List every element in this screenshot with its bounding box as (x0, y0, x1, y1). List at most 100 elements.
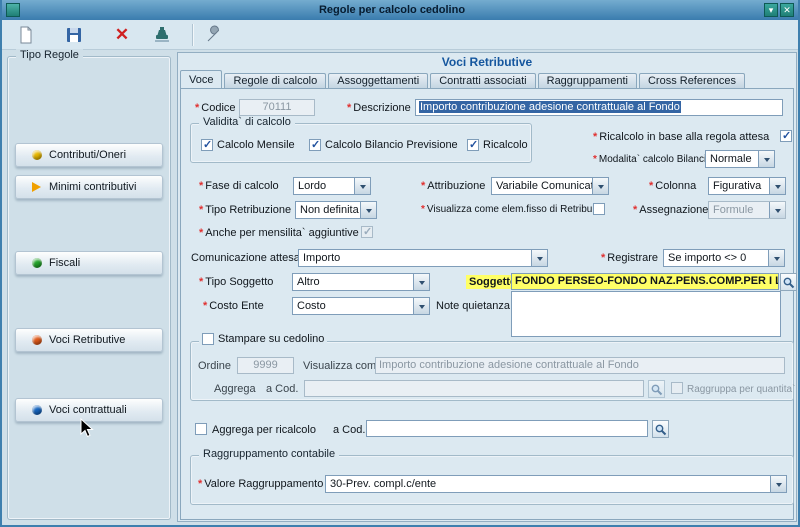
mensilita-checkbox (361, 226, 373, 238)
valore-raggruppamento-combo[interactable]: 30-Prev. compl.c/ente (325, 475, 787, 493)
tab-cross-references[interactable]: Cross References (639, 73, 745, 88)
restore-button[interactable]: ▾ (764, 3, 778, 17)
toolbar: ✕ (2, 20, 798, 50)
tab-raggruppamenti[interactable]: Raggruppamenti (538, 73, 637, 88)
stampare-wrap: Stampare su cedolino (199, 333, 327, 345)
descrizione-field[interactable]: Importo contribuzione adesione contrattu… (415, 99, 783, 116)
a-cod2-label: a Cod. (333, 424, 365, 436)
stampare-checkbox[interactable] (202, 333, 214, 345)
sidebar-item-voci-retributive[interactable]: Voci Retributive (15, 328, 163, 352)
stamp-icon (152, 25, 172, 45)
validita-group-title: Validita` di calcolo (199, 116, 295, 128)
tipo-retribuzione-label: Tipo Retribuzione (199, 204, 291, 216)
tab-contratti-associati[interactable]: Contratti associati (430, 73, 535, 88)
close-button[interactable]: ✕ (780, 3, 794, 17)
aggrega-search-button (648, 380, 665, 398)
green-ball-icon (32, 258, 42, 268)
stamp-button[interactable] (150, 23, 174, 47)
wrench-icon (204, 25, 224, 45)
visualizza-elem-label: Visualizza come elem.fisso di Retribu... (421, 204, 601, 215)
tab-regole-di-calcolo[interactable]: Regole di calcolo (224, 73, 326, 88)
sidebar-item-minimi-contributivi[interactable]: Minimi contributivi (15, 175, 163, 199)
colonna-combo[interactable]: Figurativa (708, 177, 786, 195)
page-title: Voci Retributive (178, 55, 796, 69)
visualizza-elem-checkbox[interactable] (593, 203, 605, 215)
selected-text: Importo contribuzione adesione contrattu… (419, 101, 681, 113)
tab-bar: Voce Regole di calcolo Assoggettamenti C… (180, 70, 747, 88)
raggruppamento-group: Raggruppamento contabile Valore Raggrupp… (190, 455, 794, 505)
comunicazione-combo[interactable]: Importo (298, 249, 548, 267)
delete-x-icon: ✕ (115, 25, 129, 44)
tipo-soggetto-value: Altro (297, 276, 320, 288)
assegnazione-value: Formule (713, 204, 753, 216)
note-quietanza-textarea[interactable] (511, 291, 781, 337)
tipo-regole-title: Tipo Regole (16, 49, 83, 61)
descrizione-label: Descrizione (347, 102, 411, 114)
tab-assoggettamenti[interactable]: Assoggettamenti (328, 73, 428, 88)
ricalcolo-label: Ricalcolo (483, 139, 528, 151)
sidebar-item-label: Fiscali (49, 257, 80, 269)
modalita-combo[interactable]: Normale (705, 150, 775, 168)
orange-triangle-icon (32, 182, 46, 192)
save-icon (64, 25, 84, 45)
codice-label: Codice (195, 102, 236, 114)
note-quietanza-label: Note quietanza (436, 300, 510, 312)
app-icon (6, 3, 20, 17)
visualizza-come-label: Visualizza come (303, 360, 382, 372)
ricalcolo-checkbox[interactable] (467, 139, 479, 151)
sidebar-item-voci-contrattuali[interactable]: Voci contrattuali (15, 398, 163, 422)
aggrega-label: Aggrega (214, 383, 256, 395)
tipo-retribuzione-value: Non definita (300, 204, 359, 216)
registrare-value: Se importo <> 0 (668, 252, 746, 264)
aggrega-ricalcolo-checkbox[interactable] (195, 423, 207, 435)
sidebar-item-label: Minimi contributivi (49, 181, 136, 193)
tipo-regole-panel: Tipo Regole Contributi/Oneri Minimi cont… (7, 56, 171, 520)
title-bar[interactable]: Regole per calcolo cedolino ▾ ✕ (2, 0, 798, 20)
registrare-combo[interactable]: Se importo <> 0 (663, 249, 785, 267)
main-panel: Voci Retributive Voce Regole di calcolo … (177, 52, 797, 522)
fase-label: Fase di calcolo (199, 180, 279, 192)
aggrega-ricalcolo-label: Aggrega per ricalcolo (212, 424, 316, 436)
settings-button[interactable] (202, 23, 226, 47)
tipo-retribuzione-combo[interactable]: Non definita (295, 201, 377, 219)
sidebar-item-contributi-oneri[interactable]: Contributi/Oneri (15, 143, 163, 167)
ricalcolo-attesa-checkbox[interactable] (780, 130, 792, 142)
calcolo-mensile-checkbox[interactable] (201, 139, 213, 151)
delete-button[interactable]: ✕ (110, 23, 134, 47)
tab-voce[interactable]: Voce (180, 70, 222, 88)
new-document-icon (16, 25, 36, 45)
fase-combo[interactable]: Lordo (293, 177, 371, 195)
costo-ente-value: Costo (297, 300, 326, 312)
costo-ente-combo[interactable]: Costo (292, 297, 430, 315)
raggruppa-quantita-checkbox (671, 382, 683, 394)
assegnazione-label: Assegnazione (633, 204, 708, 216)
stampare-label: Stampare su cedolino (218, 333, 324, 345)
save-button[interactable] (62, 23, 86, 47)
aggrega-ricalcolo-cod-field[interactable] (366, 420, 648, 437)
attribuzione-combo[interactable]: Variabile Comunicata (491, 177, 609, 195)
aggrega-cod-field (304, 380, 644, 397)
new-document-button[interactable] (14, 23, 38, 47)
visualizza-come-field: Importo contribuzione adesione contrattu… (375, 357, 785, 374)
attribuzione-label: Attribuzione (421, 180, 485, 192)
raggruppa-quantita-label: Raggruppa per quantita` (687, 384, 795, 395)
modalita-value: Normale (710, 153, 752, 165)
red-ball-icon (32, 335, 42, 345)
a-cod-label: a Cod. (266, 383, 298, 395)
calcolo-bilancio-checkbox[interactable] (309, 139, 321, 151)
search-icon (782, 276, 795, 289)
calcolo-mensile-label: Calcolo Mensile (217, 139, 295, 151)
comunicazione-value: Importo (303, 252, 340, 264)
sidebar-item-fiscali[interactable]: Fiscali (15, 251, 163, 275)
registrare-label: Registrare (601, 252, 658, 264)
soggetto-search-button[interactable] (780, 273, 797, 291)
blue-ball-icon (32, 405, 42, 415)
comunicazione-label: Comunicazione attesa (191, 252, 300, 264)
tipo-soggetto-combo[interactable]: Altro (292, 273, 430, 291)
attribuzione-value: Variabile Comunicata (496, 180, 600, 192)
toolbar-divider (192, 24, 194, 46)
fase-value: Lordo (298, 180, 326, 192)
tipo-soggetto-label: Tipo Soggetto (199, 276, 273, 288)
aggrega-ricalcolo-search-button[interactable] (652, 420, 669, 438)
soggetto-field[interactable]: FONDO PERSEO-FONDO NAZ.PENS.COMP.PER I L… (511, 273, 779, 290)
